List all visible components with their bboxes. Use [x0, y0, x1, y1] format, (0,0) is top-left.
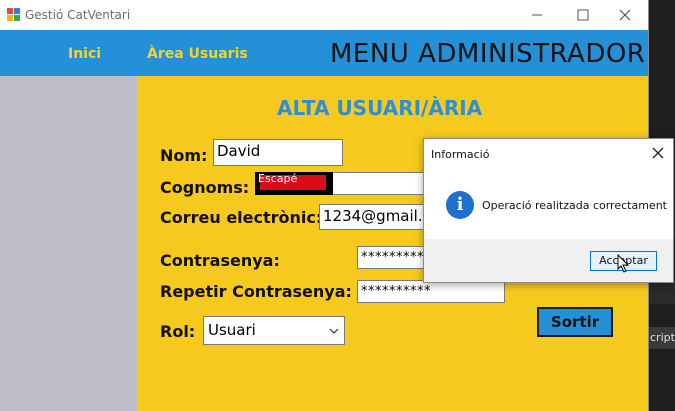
- nav-area-usuaris[interactable]: Àrea Usuaris: [147, 46, 248, 62]
- cognoms-label: Cognoms:: [160, 178, 250, 197]
- close-icon: [619, 9, 631, 21]
- menu-title: MENU ADMINISTRADOR: [330, 39, 646, 69]
- cognoms-redacted: Escapé: [255, 172, 333, 195]
- nom-label: Nom:: [160, 146, 208, 165]
- dialog-footer: Acceptar: [424, 239, 673, 282]
- maximize-button[interactable]: [560, 0, 606, 30]
- window-title: Gestió CatVentari: [25, 8, 131, 22]
- background-window-strip: [649, 280, 675, 304]
- rol-value: Usuari: [208, 321, 256, 339]
- cognoms-value: Escapé: [258, 172, 298, 185]
- sortir-button[interactable]: Sortir: [537, 307, 613, 337]
- repetir-input[interactable]: **********: [357, 280, 505, 303]
- close-window-button[interactable]: [602, 0, 648, 30]
- minimize-button[interactable]: [514, 0, 560, 30]
- rol-label: Rol:: [160, 322, 196, 341]
- dialog-message: Operació realitzada correctament: [482, 199, 667, 212]
- correu-input[interactable]: 1234@gmail.: [319, 204, 434, 230]
- contrasenya-label: Contrasenya:: [160, 251, 280, 270]
- background-window-text: cripti: [650, 331, 675, 344]
- mouse-cursor-icon: [617, 254, 630, 273]
- nom-input[interactable]: David: [213, 139, 343, 166]
- maximize-icon: [577, 9, 589, 21]
- dialog-title: Informació: [431, 148, 490, 161]
- sidebar: [0, 76, 137, 411]
- info-dialog: Informació i Operació realitzada correct…: [423, 138, 674, 283]
- form-title: ALTA USUARI/ÀRIA: [277, 96, 483, 120]
- info-icon: i: [446, 191, 474, 219]
- repetir-label: Repetir Contrasenya:: [160, 282, 352, 301]
- title-bar: Gestió CatVentari: [0, 0, 648, 30]
- rol-select[interactable]: Usuari: [203, 316, 345, 345]
- top-menu-bar: Inici Àrea Usuaris MENU ADMINISTRADOR: [0, 30, 648, 76]
- nav-inici[interactable]: Inici: [68, 46, 101, 62]
- minimize-icon: [532, 14, 542, 16]
- dialog-close-icon[interactable]: [651, 146, 665, 160]
- app-icon: [7, 8, 20, 21]
- chevron-down-icon: [329, 328, 339, 334]
- correu-label: Correu electrònic:: [160, 208, 323, 227]
